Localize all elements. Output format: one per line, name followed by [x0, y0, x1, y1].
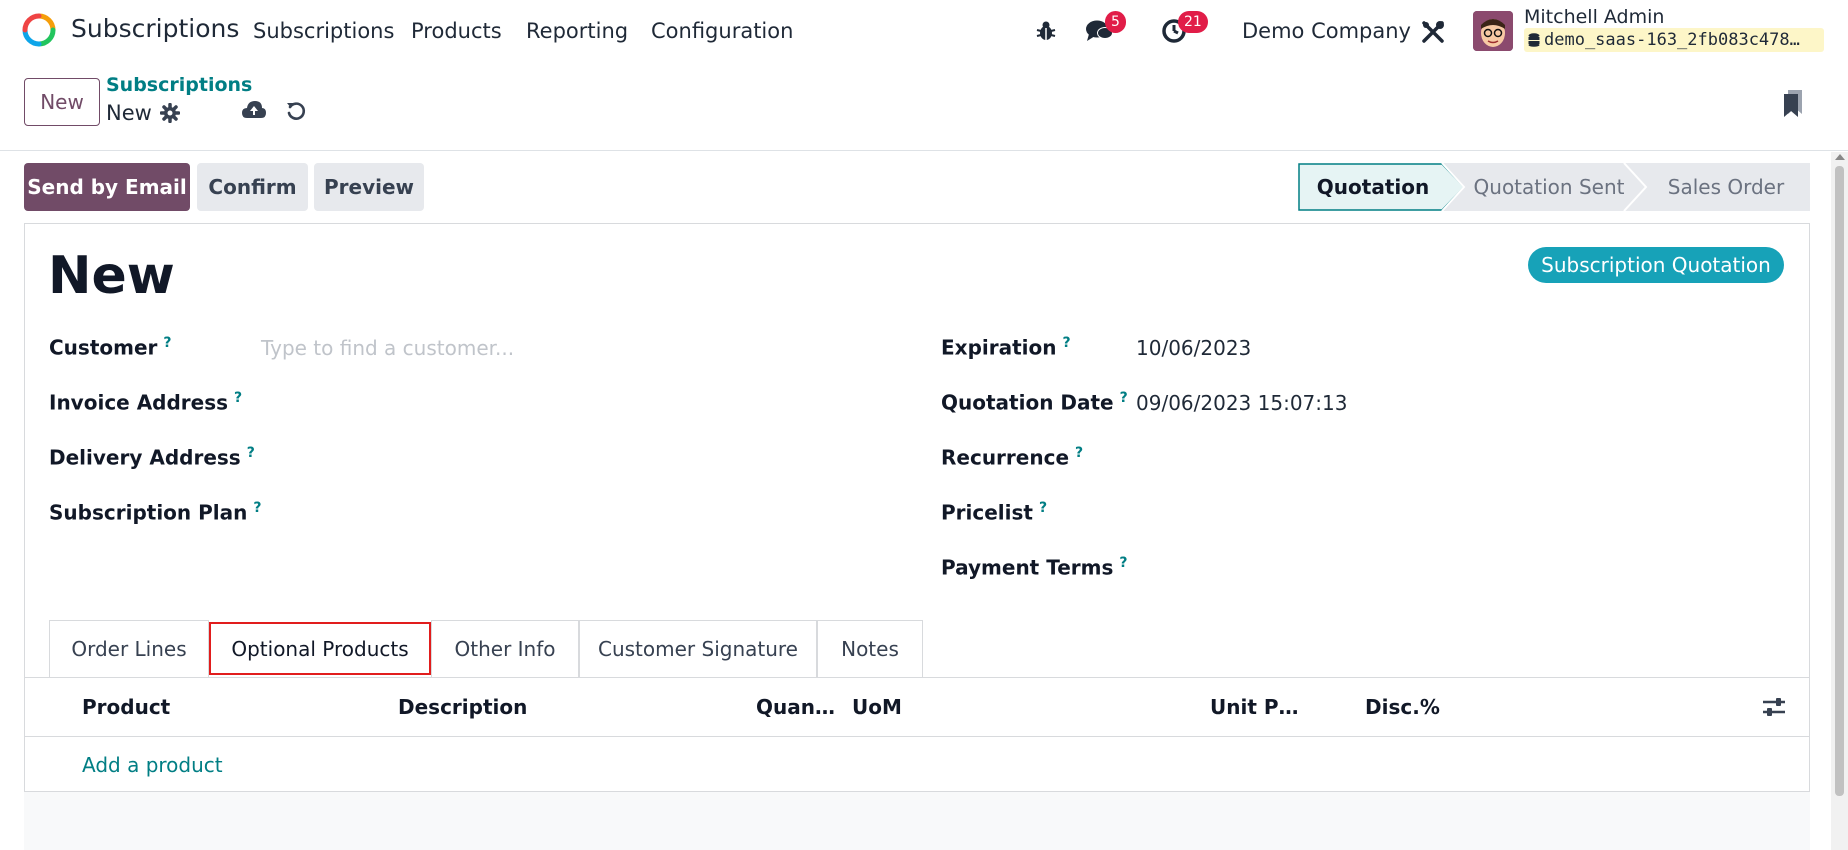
record-title: New [48, 246, 175, 306]
help-icon[interactable]: ? [163, 335, 171, 351]
send-by-email-button[interactable]: Send by Email [24, 163, 190, 211]
customer-label: Customer? [49, 335, 172, 360]
control-panel-divider [0, 150, 1848, 151]
payment-terms-input[interactable] [1136, 553, 1736, 583]
table-empty-row [24, 792, 1810, 850]
discard-undo-icon[interactable] [285, 100, 307, 122]
quotation-date-label: Quotation Date? [941, 390, 1128, 415]
subscriptions-app-icon[interactable] [22, 13, 56, 47]
new-record-button[interactable]: New [24, 78, 100, 126]
user-name[interactable]: Mitchell Admin [1524, 6, 1664, 28]
menu-products[interactable]: Products [411, 19, 502, 43]
bookmarks-icon[interactable] [1782, 88, 1804, 118]
column-description[interactable]: Description [398, 695, 527, 719]
confirm-button[interactable]: Confirm [197, 163, 308, 211]
messages-count-badge: 5 [1105, 11, 1126, 33]
invoice-address-input[interactable] [261, 388, 861, 418]
tabs-divider [24, 677, 1810, 678]
help-icon[interactable]: ? [1063, 335, 1071, 351]
recurrence-label: Recurrence? [941, 445, 1084, 470]
tab-optional-products[interactable]: Optional Products [209, 622, 431, 675]
vertical-scrollbar[interactable] [1831, 152, 1848, 850]
gear-icon[interactable] [160, 103, 180, 123]
user-avatar[interactable] [1473, 11, 1513, 51]
database-icon [1528, 33, 1540, 47]
database-name: demo_saas-163_2fb083c478… [1524, 28, 1824, 52]
help-icon[interactable]: ? [1039, 500, 1047, 516]
menu-reporting[interactable]: Reporting [526, 19, 628, 43]
breadcrumb-current: New [106, 101, 152, 125]
subscription-plan-input[interactable] [261, 498, 861, 528]
expiration-label: Expiration? [941, 335, 1071, 360]
activities-count-badge: 21 [1178, 11, 1208, 33]
help-icon[interactable]: ? [247, 445, 255, 461]
pricelist-label: Pricelist? [941, 500, 1048, 525]
stage-sales-order[interactable]: Sales Order [1646, 163, 1806, 211]
delivery-address-label: Delivery Address? [49, 445, 255, 470]
expiration-input[interactable]: 10/06/2023 [1136, 336, 1251, 360]
tab-other-info[interactable]: Other Info [431, 620, 579, 677]
table-header-divider [24, 736, 1810, 737]
user-avatar-icon [1473, 11, 1513, 51]
help-icon[interactable]: ? [1075, 445, 1083, 461]
help-icon[interactable]: ? [1120, 390, 1128, 406]
scroll-up-arrow-icon[interactable] [1835, 154, 1845, 160]
menu-configuration[interactable]: Configuration [651, 19, 793, 43]
add-product-link[interactable]: Add a product [82, 753, 223, 777]
form-sheet [24, 223, 1810, 850]
payment-terms-label: Payment Terms? [941, 555, 1128, 580]
stage-quotation-sent[interactable]: Quotation Sent [1464, 163, 1634, 211]
database-name-text: demo_saas-163_2fb083c478… [1544, 30, 1800, 50]
preview-button[interactable]: Preview [314, 163, 424, 211]
menu-subscriptions[interactable]: Subscriptions [253, 19, 394, 43]
invoice-address-label: Invoice Address? [49, 390, 243, 415]
recurrence-input[interactable] [1136, 443, 1736, 473]
tab-customer-signature[interactable]: Customer Signature [579, 620, 817, 677]
tab-order-lines[interactable]: Order Lines [49, 620, 209, 677]
stage-quotation[interactable]: Quotation [1298, 163, 1448, 211]
pricelist-input[interactable] [1136, 498, 1736, 528]
delivery-address-input[interactable] [261, 443, 861, 473]
settings-tools-icon[interactable] [1420, 19, 1446, 45]
scrollbar-thumb[interactable] [1835, 166, 1844, 796]
subscription-plan-label: Subscription Plan? [49, 500, 262, 525]
column-quantity[interactable]: Quan… [756, 695, 835, 719]
column-discount[interactable]: Disc.% [1365, 695, 1440, 719]
top-navbar: Subscriptions Subscriptions Products Rep… [0, 0, 1848, 62]
save-cloud-upload-icon[interactable] [241, 99, 267, 121]
quotation-date-input[interactable]: 09/06/2023 15:07:13 [1136, 391, 1347, 415]
breadcrumb-subscriptions-link[interactable]: Subscriptions [106, 74, 252, 96]
optional-columns-sliders-icon[interactable] [1762, 696, 1786, 718]
app-name[interactable]: Subscriptions [71, 14, 239, 43]
company-switcher[interactable]: Demo Company [1242, 19, 1411, 43]
help-icon[interactable]: ? [1119, 555, 1127, 571]
subscription-quotation-badge: Subscription Quotation [1528, 247, 1784, 283]
help-icon[interactable]: ? [234, 390, 242, 406]
debug-bug-icon[interactable] [1034, 19, 1058, 43]
column-unit-price[interactable]: Unit P… [1210, 695, 1299, 719]
column-uom[interactable]: UoM [852, 695, 902, 719]
customer-input[interactable]: Type to find a customer... [261, 336, 514, 360]
column-product[interactable]: Product [82, 695, 170, 719]
tab-notes[interactable]: Notes [817, 620, 923, 677]
